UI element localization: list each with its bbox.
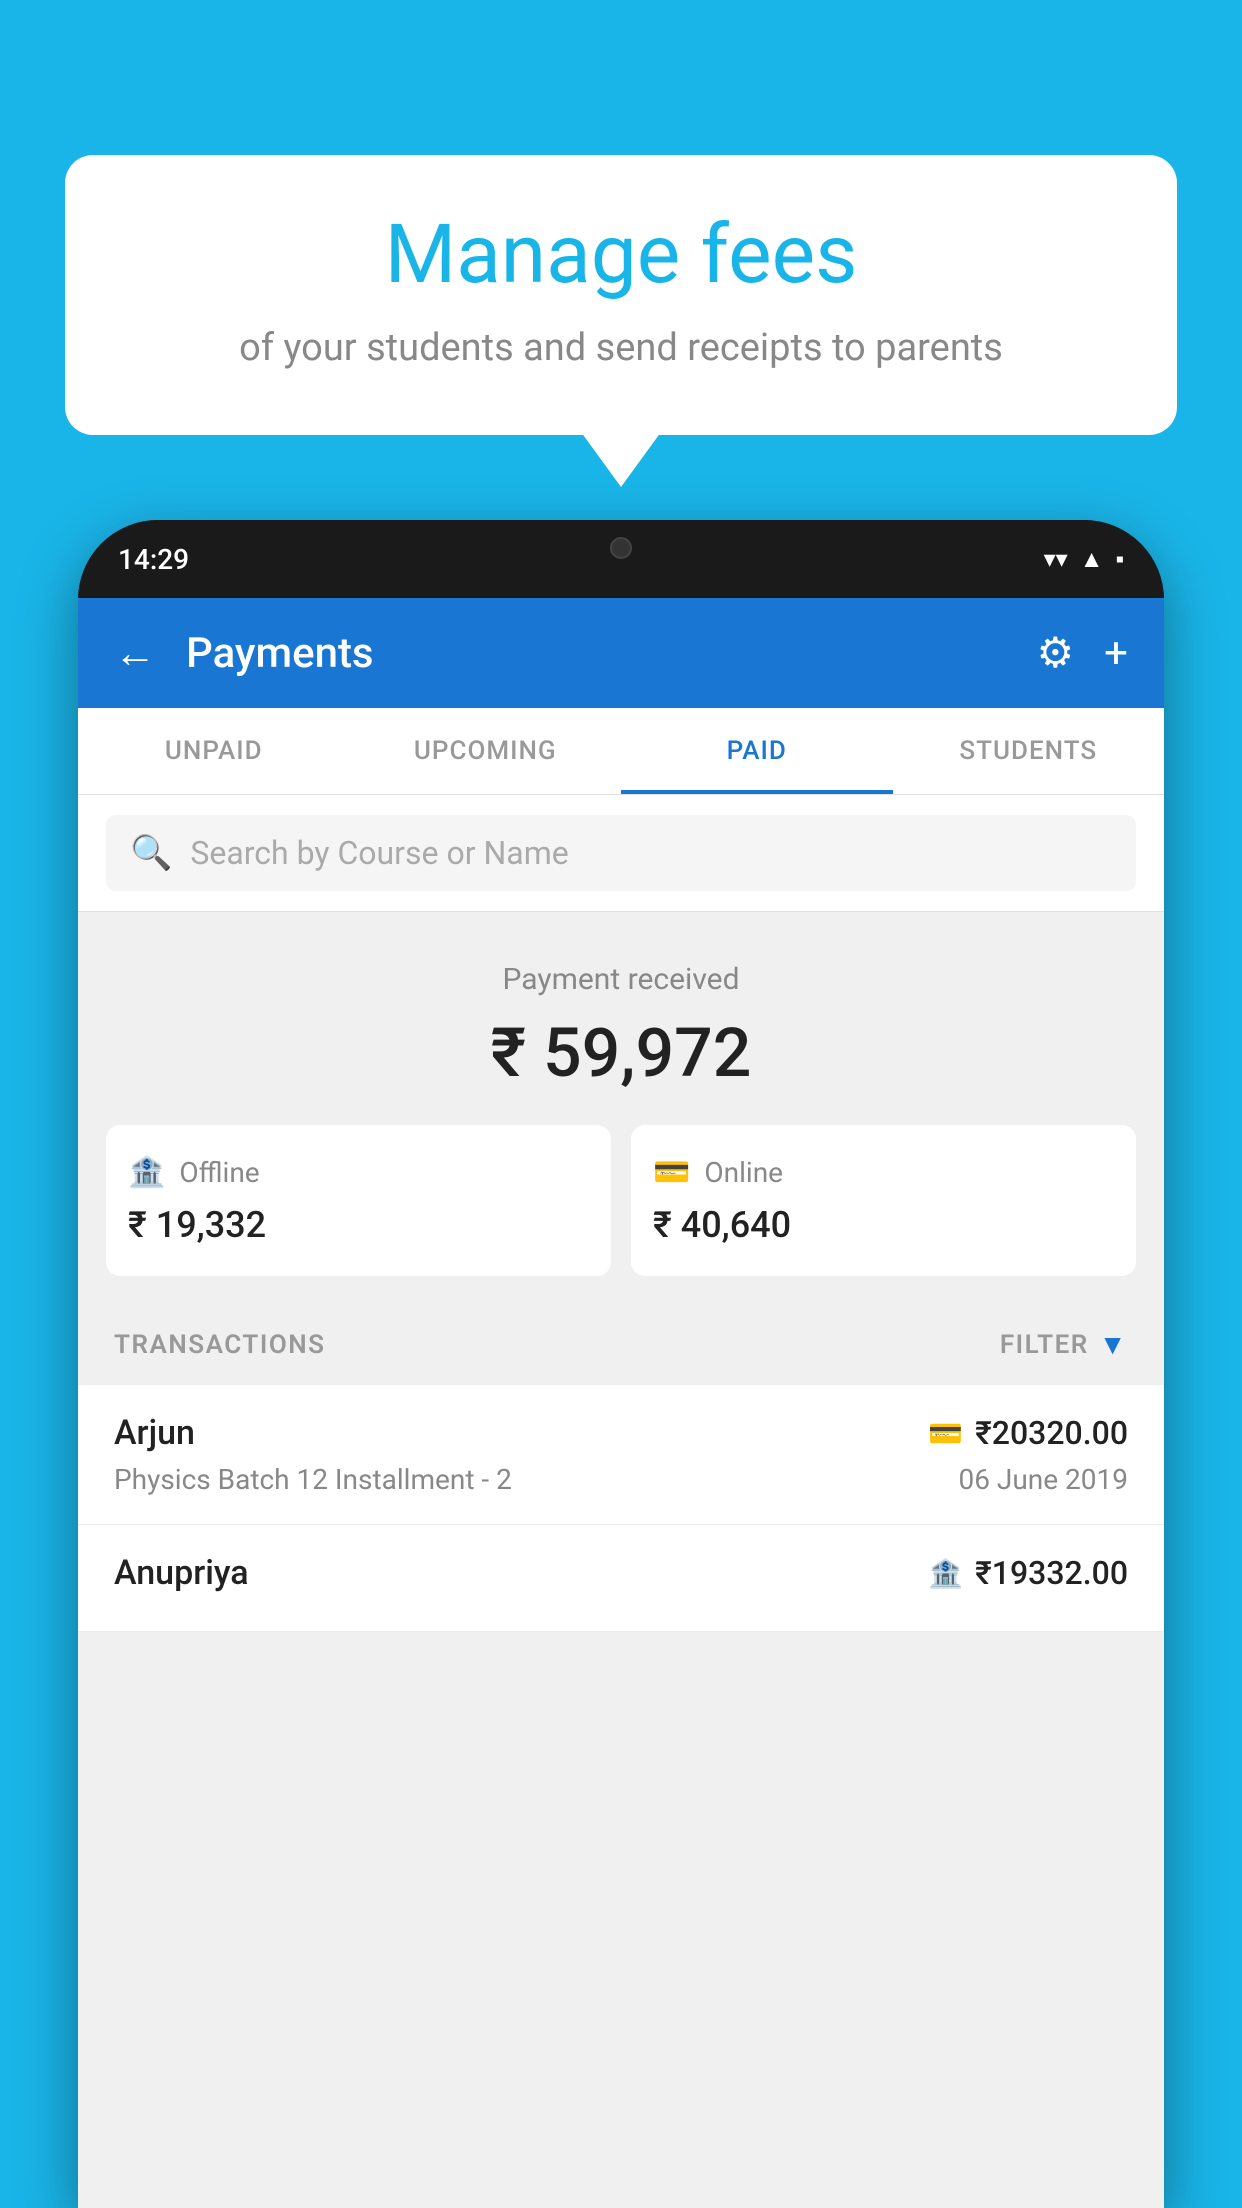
- filter-button[interactable]: FILTER ▼: [1000, 1328, 1128, 1361]
- transaction-amount: ₹20320.00: [975, 1414, 1128, 1452]
- speech-bubble-container: Manage fees of your students and send re…: [65, 155, 1177, 435]
- filter-icon: ▼: [1099, 1328, 1128, 1361]
- search-container: 🔍 Search by Course or Name: [78, 795, 1164, 912]
- search-icon: 🔍: [130, 833, 172, 873]
- offline-amount: ₹ 19,332: [128, 1204, 589, 1246]
- app-header: ← Payments ⚙ +: [78, 598, 1164, 708]
- status-time: 14:29: [118, 543, 189, 576]
- table-row[interactable]: Arjun 💳 ₹20320.00 Physics Batch 12 Insta…: [78, 1385, 1164, 1525]
- speech-bubble: Manage fees of your students and send re…: [65, 155, 1177, 435]
- payment-received-label: Payment received: [106, 962, 1136, 997]
- add-icon[interactable]: +: [1104, 629, 1128, 678]
- transaction-amount: ₹19332.00: [975, 1554, 1128, 1592]
- tab-paid[interactable]: PAID: [621, 708, 893, 794]
- online-card-header: 💳 Online: [653, 1155, 1114, 1190]
- online-icon: 💳: [653, 1155, 690, 1190]
- back-button[interactable]: ←: [114, 629, 156, 678]
- online-payment-icon: 💳: [928, 1417, 963, 1450]
- transactions-label: TRANSACTIONS: [114, 1330, 326, 1360]
- tab-unpaid[interactable]: UNPAID: [78, 708, 350, 794]
- payment-total-amount: ₹ 59,972: [106, 1013, 1136, 1093]
- status-bar: 14:29 ▾▾ ▲ ▪: [78, 520, 1164, 598]
- filter-label: FILTER: [1000, 1330, 1089, 1360]
- table-row[interactable]: Anupriya 🏦 ₹19332.00: [78, 1525, 1164, 1632]
- battery-icon: ▪: [1115, 545, 1124, 574]
- transaction-amount-wrap: 🏦 ₹19332.00: [928, 1554, 1128, 1592]
- transactions-header: TRANSACTIONS FILTER ▼: [78, 1304, 1164, 1385]
- online-card: 💳 Online ₹ 40,640: [631, 1125, 1136, 1276]
- tab-students[interactable]: STUDENTS: [893, 708, 1165, 794]
- transaction-date: 06 June 2019: [958, 1463, 1128, 1496]
- bubble-subtitle: of your students and send receipts to pa…: [125, 322, 1117, 375]
- transaction-bottom: Physics Batch 12 Installment - 2 06 June…: [114, 1463, 1128, 1496]
- wifi-icon: ▾▾: [1044, 545, 1068, 573]
- page-title: Payments: [186, 629, 1017, 678]
- transaction-name: Arjun: [114, 1413, 195, 1453]
- offline-card-header: 🏦 Offline: [128, 1155, 589, 1190]
- transaction-name: Anupriya: [114, 1553, 249, 1593]
- search-bar[interactable]: 🔍 Search by Course or Name: [106, 815, 1136, 891]
- online-label: Online: [704, 1156, 783, 1189]
- transaction-amount-wrap: 💳 ₹20320.00: [928, 1414, 1128, 1452]
- search-input[interactable]: Search by Course or Name: [190, 834, 568, 872]
- bubble-title: Manage fees: [125, 210, 1117, 300]
- offline-label: Offline: [179, 1156, 259, 1189]
- transaction-top: Arjun 💳 ₹20320.00: [114, 1413, 1128, 1453]
- app-screen: ← Payments ⚙ + UNPAID UPCOMING PAID STUD…: [78, 598, 1164, 2208]
- settings-icon[interactable]: ⚙: [1037, 628, 1075, 678]
- payment-cards: 🏦 Offline ₹ 19,332 💳 Online ₹ 40,640: [106, 1125, 1136, 1276]
- tabs-bar: UNPAID UPCOMING PAID STUDENTS: [78, 708, 1164, 795]
- header-icons: ⚙ +: [1037, 628, 1129, 678]
- transaction-top: Anupriya 🏦 ₹19332.00: [114, 1553, 1128, 1593]
- offline-card: 🏦 Offline ₹ 19,332: [106, 1125, 611, 1276]
- status-icons: ▾▾ ▲ ▪: [1044, 545, 1124, 574]
- phone-frame: 14:29 ▾▾ ▲ ▪ ← Payments ⚙ + UNPAID UPCOM…: [78, 520, 1164, 2208]
- online-amount: ₹ 40,640: [653, 1204, 1114, 1246]
- payment-summary: Payment received ₹ 59,972 🏦 Offline ₹ 19…: [78, 912, 1164, 1304]
- offline-payment-icon: 🏦: [928, 1557, 963, 1590]
- offline-icon: 🏦: [128, 1155, 165, 1190]
- signal-icon: ▲: [1080, 545, 1104, 574]
- tab-upcoming[interactable]: UPCOMING: [350, 708, 622, 794]
- transaction-course: Physics Batch 12 Installment - 2: [114, 1463, 512, 1496]
- camera: [610, 537, 632, 559]
- phone-notch: [541, 520, 701, 575]
